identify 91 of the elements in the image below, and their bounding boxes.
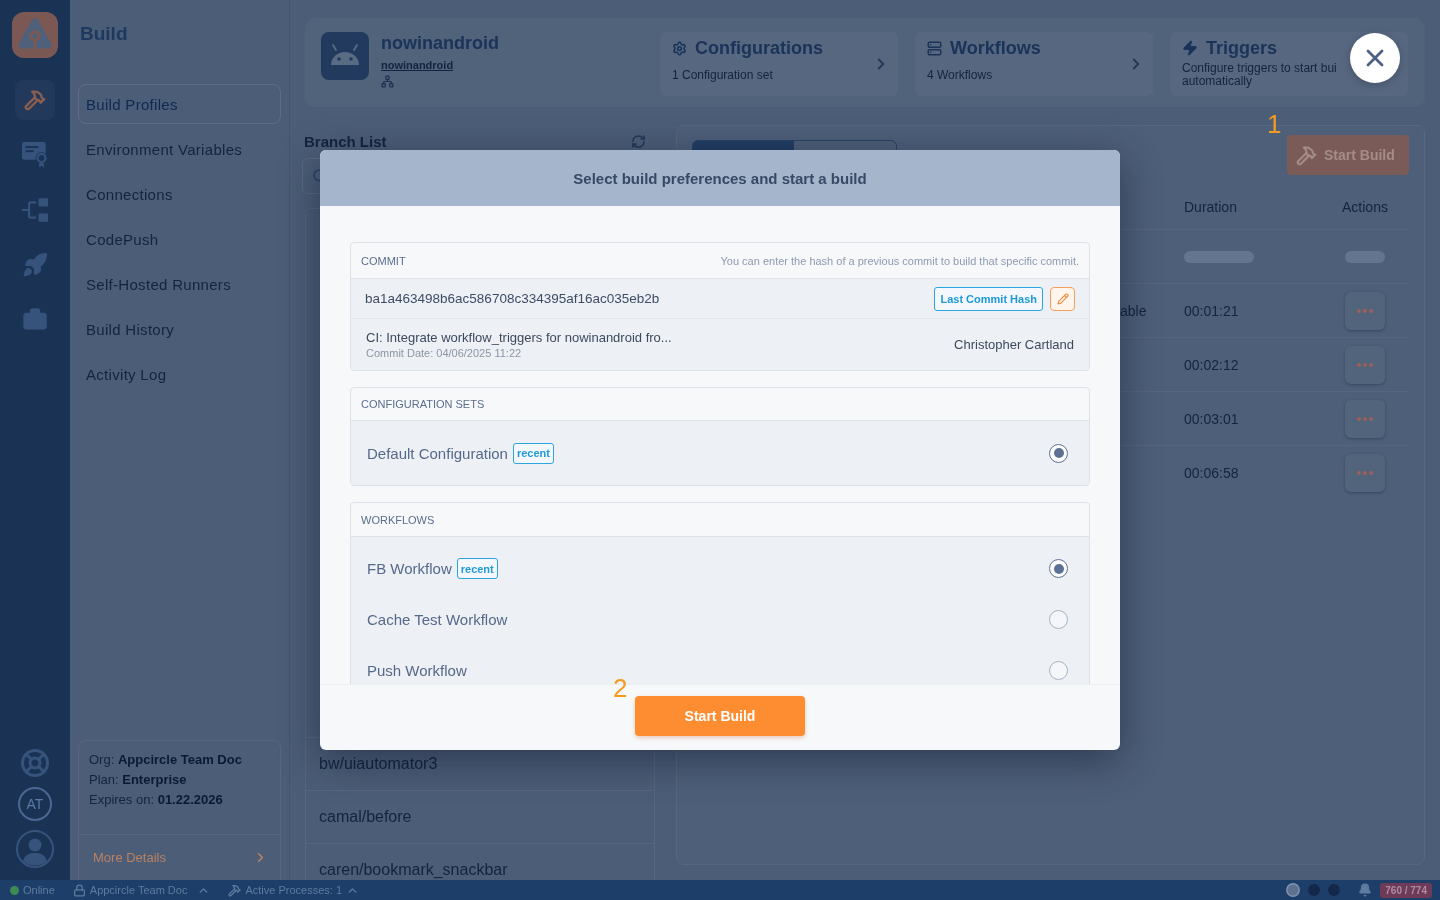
- column-header: Actions: [1342, 199, 1388, 215]
- ellipsis-icon: [1357, 308, 1373, 313]
- app-name: nowinandroid: [381, 32, 499, 54]
- rocket-icon: [22, 252, 48, 278]
- organization-switcher[interactable]: Appcircle Team Doc: [89, 884, 188, 896]
- duration-cell-text: 00:02:12: [1184, 356, 1240, 373]
- more-actions-button[interactable]: [1345, 453, 1385, 492]
- option-name[interactable]: Push Workflow: [367, 662, 467, 679]
- sidebar-nav-item[interactable]: Activity Log: [78, 354, 281, 394]
- org-info-line: Expires on: 01.22.2026: [89, 791, 224, 809]
- commit-date: Commit Date: 04/06/2025 11:22: [366, 345, 523, 360]
- card-title: Workflows: [950, 37, 1041, 59]
- avatar[interactable]: AT: [18, 787, 52, 821]
- section-heading: COMMIT: [361, 254, 406, 267]
- radio-button[interactable]: [1049, 443, 1068, 463]
- hammer-icon: [24, 89, 46, 111]
- duration-cell-text: 00:03:01: [1184, 410, 1240, 427]
- status-dot-icon: [10, 885, 19, 895]
- hammer-icon: [228, 883, 242, 897]
- connection-status: Online: [23, 884, 55, 896]
- step-number: 1: [1267, 110, 1282, 138]
- column-header: Duration: [1184, 199, 1237, 215]
- summary-card[interactable]: Configurations 1 Configuration set: [660, 32, 898, 96]
- dot-icon[interactable]: [1308, 884, 1321, 896]
- dot-icon[interactable]: [1328, 884, 1341, 896]
- briefcase-icon: [22, 307, 48, 333]
- more-actions-button[interactable]: [1345, 345, 1385, 384]
- sidebar-nav-item[interactable]: CodePush: [78, 219, 281, 259]
- radio-button[interactable]: [1049, 661, 1068, 680]
- lock-icon: [72, 883, 86, 897]
- summary-card[interactable]: Workflows 4 Workflows: [915, 32, 1153, 96]
- commit-author: Christopher Cartland: [954, 337, 1074, 352]
- pencil-icon: [1056, 292, 1069, 305]
- card-subtitle: Configure triggers to start bui automatically: [1182, 62, 1337, 88]
- more-actions-button[interactable]: [1345, 399, 1385, 438]
- hint-text: You can enter the hash of a previous commit to build that specific commit.: [720, 254, 1079, 267]
- branch-name[interactable]: camal/before: [319, 807, 412, 827]
- section-heading: CONFIGURATION SETS: [361, 398, 485, 410]
- ellipsis-icon: [1357, 416, 1373, 421]
- certificate-icon: [22, 142, 48, 168]
- refresh-icon[interactable]: [631, 134, 646, 149]
- sidebar-nav-item[interactable]: Self-Hosted Runners: [78, 264, 281, 304]
- help-icon[interactable]: [20, 748, 50, 778]
- option-name[interactable]: FB Workflow: [367, 560, 452, 577]
- step-number: 2: [613, 674, 628, 702]
- rail-nav-button[interactable]: [15, 80, 55, 120]
- recent-tag: recent: [512, 442, 554, 464]
- ring-icon[interactable]: [1286, 883, 1301, 897]
- card-title: Triggers: [1206, 37, 1278, 59]
- radio-button[interactable]: [1049, 559, 1068, 578]
- last-commit-hash-button[interactable]: Last Commit Hash: [934, 286, 1043, 311]
- usage-counter: 760 / 774: [1380, 882, 1432, 898]
- active-processes[interactable]: Active Processes: 1: [245, 884, 342, 896]
- branch-name[interactable]: caren/bookmark_snackbar: [319, 860, 508, 880]
- hammer-icon: [1296, 144, 1317, 166]
- duration-cell-text: 00:06:58: [1184, 464, 1240, 481]
- option-name[interactable]: Cache Test Workflow: [367, 611, 508, 628]
- server-stack-icon: [927, 40, 942, 56]
- commit-hash: ba1a463498b6ac586708c334395af16ac035eb2b: [365, 291, 660, 306]
- more-actions-button[interactable]: [1345, 291, 1385, 330]
- sidebar-nav-item[interactable]: Build History: [78, 309, 281, 349]
- gear-icon: [672, 40, 687, 56]
- android-app-icon: [321, 32, 369, 80]
- dialog-title: Select build preferences and start a build: [573, 169, 867, 187]
- more-details-link[interactable]: More Details: [93, 850, 166, 865]
- ellipsis-icon: [1357, 362, 1373, 367]
- section-heading: WORKFLOWS: [361, 513, 435, 526]
- flow-diagram-icon: [22, 198, 48, 222]
- card-title: Configurations: [695, 37, 823, 59]
- sidebar-nav-item[interactable]: Environment Variables: [78, 129, 281, 169]
- ellipsis-icon: [1357, 470, 1373, 475]
- sidebar-nav-item[interactable]: Build Profiles: [78, 84, 281, 124]
- table-cell-text: able: [1120, 302, 1148, 319]
- edit-button[interactable]: [1050, 286, 1075, 311]
- lightning-icon: [1182, 40, 1198, 56]
- recent-tag: recent: [456, 558, 498, 579]
- user-icon[interactable]: [16, 830, 54, 868]
- org-info-line: Plan: Enterprise: [89, 771, 188, 789]
- radio-button[interactable]: [1049, 610, 1068, 629]
- sidebar-nav-item[interactable]: Connections: [78, 174, 281, 214]
- start-build-button[interactable]: Start Build: [635, 696, 805, 736]
- card-subtitle: 4 Workflows: [927, 68, 993, 82]
- bell-icon[interactable]: [1358, 883, 1373, 897]
- repository-link[interactable]: nowinandroid: [381, 57, 454, 73]
- option-name[interactable]: Default Configuration: [367, 444, 508, 462]
- card-subtitle: 1 Configuration set: [672, 68, 773, 82]
- org-info-line: Org: Appcircle Team Doc: [89, 751, 243, 769]
- commit-message: CI: Integrate workflow_triggers for nowinandroid fro...: [366, 329, 672, 346]
- logo-icon[interactable]: [12, 12, 58, 58]
- duration-cell-text: 00:01:21: [1184, 302, 1240, 319]
- branch-network-icon: [381, 75, 394, 88]
